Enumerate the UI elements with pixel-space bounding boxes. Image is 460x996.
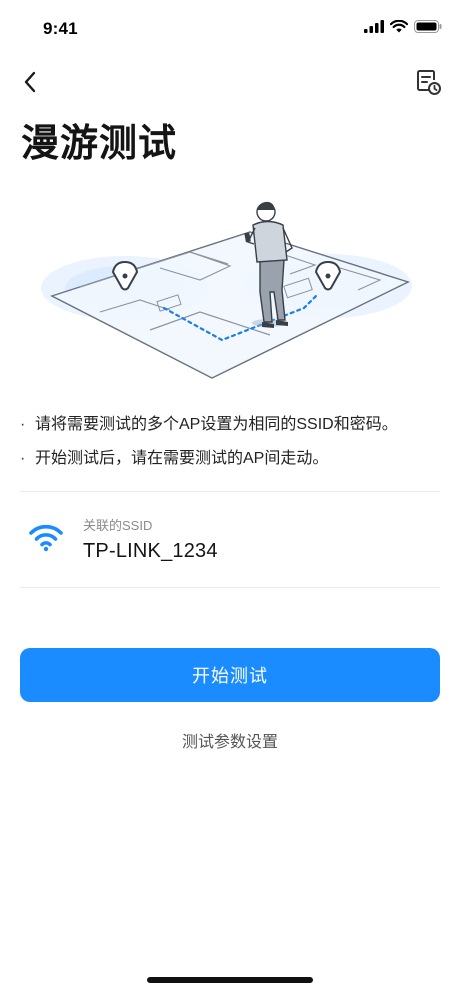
battery-icon [414,20,442,33]
back-button[interactable] [12,64,48,100]
tip-bullet: · [20,450,26,467]
ssid-row: 关联的SSID TP-LINK_1234 [20,500,440,586]
history-button[interactable] [410,64,446,100]
chevron-left-icon [24,71,36,93]
document-clock-icon [417,70,441,95]
ssid-value: TP-LINK_1234 [83,540,218,562]
tips-list: · 请将需要测试的多个AP设置为相同的SSID和密码。 · 开始测试后，请在需要… [20,414,445,482]
status-time: 9:41 [43,19,78,38]
ssid-label: 关联的SSID [83,518,153,533]
tip-item: · 请将需要测试的多个AP设置为相同的SSID和密码。 [20,414,445,436]
start-test-button[interactable]: 开始测试 [20,648,440,702]
wifi-icon [29,524,63,552]
home-indicator [147,977,313,983]
divider-top [20,491,440,492]
tip-bullet: · [20,416,26,433]
tip-item: · 开始测试后，请在需要测试的AP间走动。 [20,448,445,470]
tip-text: 开始测试后，请在需要测试的AP间走动。 [35,450,329,467]
test-settings-link[interactable]: 测试参数设置 [0,728,460,752]
status-icons [364,20,442,33]
page-title: 漫游测试 [21,123,178,165]
wifi-status-icon [390,20,408,33]
status-bar: 9:41 [0,0,460,58]
roaming-illustration [41,201,412,379]
divider-bottom [20,587,440,588]
cellular-signal-icon [364,20,384,33]
tip-text: 请将需要测试的多个AP设置为相同的SSID和密码。 [35,416,398,433]
nav-bar [0,60,460,104]
